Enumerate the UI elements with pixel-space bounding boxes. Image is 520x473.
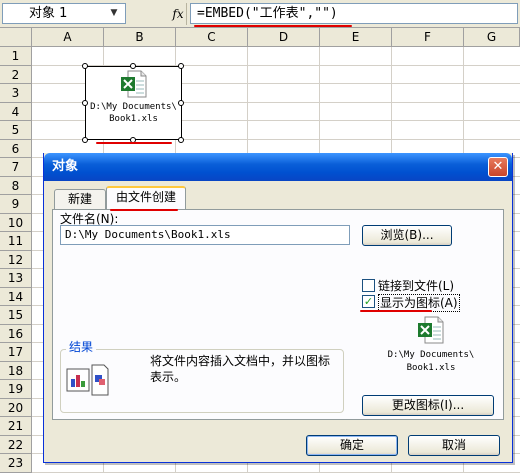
change-icon-button[interactable]: 更改图标(I)... bbox=[362, 395, 494, 416]
row-header[interactable]: 9 bbox=[0, 195, 32, 214]
browse-button[interactable]: 浏览(B)... bbox=[362, 225, 452, 246]
row-header[interactable]: 21 bbox=[0, 417, 32, 436]
row-header[interactable]: 7 bbox=[0, 158, 32, 177]
annotation-underline-object bbox=[96, 142, 172, 144]
column-header[interactable]: D bbox=[248, 28, 320, 47]
tab-create-new[interactable]: 新建 bbox=[54, 189, 106, 209]
row-header[interactable]: 3 bbox=[0, 84, 32, 103]
annotation-underline-checkbox bbox=[360, 310, 432, 312]
excel-file-icon bbox=[418, 316, 444, 344]
column-header[interactable]: A bbox=[32, 28, 104, 47]
formula-input[interactable]: =EMBED("工作表","") bbox=[190, 3, 518, 24]
link-to-file-checkbox[interactable] bbox=[362, 279, 375, 292]
row-header[interactable]: 16 bbox=[0, 324, 32, 343]
row-header[interactable]: 12 bbox=[0, 250, 32, 269]
row-header[interactable]: 15 bbox=[0, 306, 32, 325]
close-icon[interactable]: ✕ bbox=[488, 157, 508, 177]
file-path-input[interactable]: D:\My Documents\Book1.xls bbox=[60, 225, 350, 245]
formula-bar-separator bbox=[186, 3, 187, 25]
row-header[interactable]: 8 bbox=[0, 176, 32, 195]
embedded-object-label: D:\My Documents\ Book1.xls bbox=[90, 102, 177, 124]
row-header[interactable]: 6 bbox=[0, 139, 32, 158]
annotation-underline-tab bbox=[110, 209, 178, 211]
row-header[interactable]: 11 bbox=[0, 232, 32, 251]
row-header[interactable]: 14 bbox=[0, 287, 32, 306]
tab-create-from-file[interactable]: 由文件创建 bbox=[106, 186, 186, 209]
row-header[interactable]: 18 bbox=[0, 361, 32, 380]
row-header[interactable]: 22 bbox=[0, 435, 32, 454]
row-header[interactable]: 13 bbox=[0, 269, 32, 288]
row-header[interactable]: 1 bbox=[0, 47, 32, 66]
column-header[interactable]: C bbox=[176, 28, 248, 47]
resize-handle[interactable] bbox=[130, 63, 136, 69]
result-description: 将文件内容插入文档中，并以图标表示。 bbox=[150, 354, 331, 384]
excel-file-icon bbox=[121, 70, 147, 98]
icon-preview-label: D:\My Documents\ Book1.xls bbox=[387, 350, 475, 373]
resize-handle[interactable] bbox=[82, 100, 88, 106]
column-header[interactable]: F bbox=[392, 28, 464, 47]
name-box-dropdown-icon[interactable]: ▼ bbox=[104, 4, 124, 23]
row-header[interactable]: 19 bbox=[0, 380, 32, 399]
row-header[interactable]: 17 bbox=[0, 343, 32, 362]
row-header[interactable]: 5 bbox=[0, 121, 32, 140]
dialog-title: 对象 bbox=[52, 159, 79, 174]
resize-handle[interactable] bbox=[82, 63, 88, 69]
embedded-object[interactable]: D:\My Documents\ Book1.xls bbox=[85, 66, 182, 140]
ok-button[interactable]: 确定 bbox=[306, 435, 398, 456]
annotation-underline-formula bbox=[194, 25, 352, 27]
row-header[interactable]: 10 bbox=[0, 213, 32, 232]
result-group-title: 结果 bbox=[66, 339, 97, 355]
column-header[interactable]: E bbox=[320, 28, 392, 47]
dialog-titlebar[interactable]: 对象 ✕ bbox=[44, 153, 512, 181]
fx-icon[interactable]: fx bbox=[168, 4, 188, 24]
resize-handle[interactable] bbox=[178, 100, 184, 106]
cancel-button[interactable]: 取消 bbox=[408, 435, 500, 456]
grid-line bbox=[32, 471, 520, 473]
resize-handle[interactable] bbox=[82, 137, 88, 143]
insert-object-result-icon bbox=[66, 364, 109, 396]
column-header[interactable]: B bbox=[104, 28, 176, 47]
row-header[interactable]: 2 bbox=[0, 65, 32, 84]
resize-handle[interactable] bbox=[178, 137, 184, 143]
object-dialog: 对象 ✕ 新建 由文件创建 文件名(N): D:\My Documents\Bo… bbox=[43, 153, 513, 463]
row-header[interactable]: 23 bbox=[0, 454, 32, 473]
resize-handle[interactable] bbox=[178, 63, 184, 69]
row-header[interactable]: 4 bbox=[0, 102, 32, 121]
select-all-corner[interactable] bbox=[0, 28, 32, 47]
formula-bar: 对象 1 ▼ fx =EMBED("工作表","") bbox=[0, 0, 520, 28]
link-to-file-label[interactable]: 链接到文件(L) bbox=[378, 278, 454, 294]
column-header[interactable]: G bbox=[464, 28, 520, 47]
row-header[interactable]: 20 bbox=[0, 398, 32, 417]
display-as-icon-checkbox[interactable]: ✓ bbox=[362, 295, 375, 308]
